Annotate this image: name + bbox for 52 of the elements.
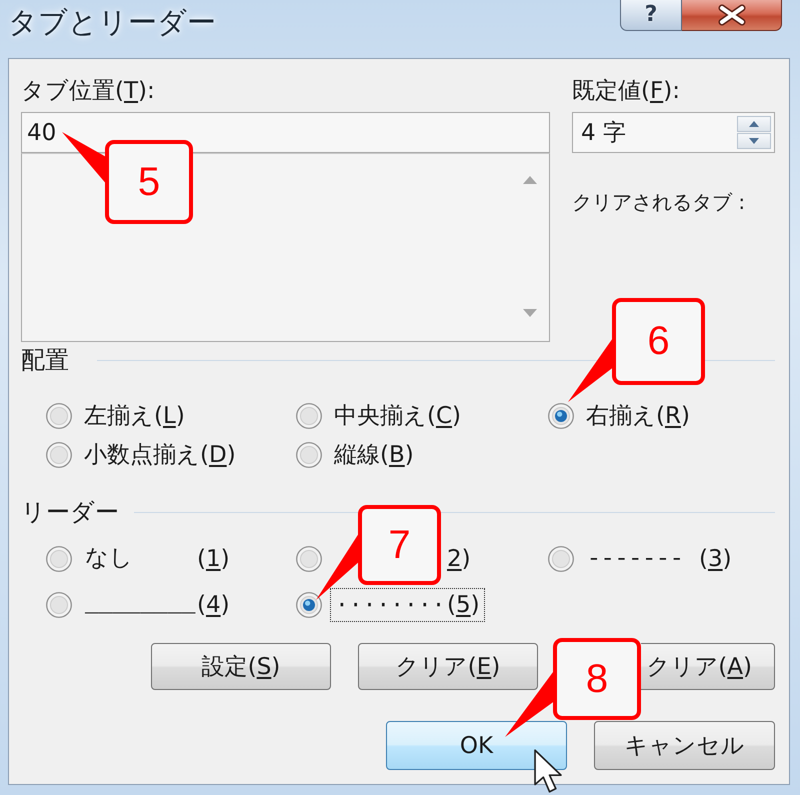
radio-button[interactable] [296, 402, 322, 428]
section-label: 配置 [21, 345, 69, 375]
leader-sample: なし [85, 546, 133, 572]
tab-stop-list[interactable] [21, 153, 550, 342]
window-title: タブとリーダー [8, 4, 216, 41]
radio-label[interactable]: 2) [447, 546, 471, 572]
help-button[interactable]: ? [620, 0, 682, 31]
step-callout: 8 [553, 638, 641, 720]
spin-up-button[interactable] [737, 116, 771, 132]
radio-button[interactable] [296, 592, 322, 618]
radio-button[interactable] [296, 546, 322, 572]
radio-button[interactable] [46, 442, 72, 468]
scroll-down-icon[interactable] [523, 309, 537, 317]
dialog-button[interactable]: クリア(A) [641, 643, 775, 690]
field-label: クリアされるタブ : [572, 189, 746, 215]
dialog-button[interactable]: キャンセル [594, 721, 775, 770]
dialog-button[interactable]: クリア(E) [358, 643, 538, 690]
radio-button[interactable] [548, 546, 574, 572]
close-icon [718, 4, 746, 26]
section-label: リーダー [21, 497, 119, 527]
step-callout: 5 [105, 140, 193, 224]
scroll-up-icon[interactable] [523, 176, 537, 184]
radio-label[interactable]: (4) [197, 592, 230, 618]
caret-down-icon [749, 138, 759, 144]
radio-label[interactable]: 右揃え(R) [586, 402, 690, 428]
tab-position-field[interactable]: 40 [21, 112, 550, 153]
radio-button[interactable] [296, 442, 322, 468]
spin-down-button[interactable] [737, 133, 771, 149]
step-callout: 7 [358, 505, 441, 585]
radio-label[interactable]: (3) [699, 546, 732, 572]
radio-button[interactable] [46, 592, 72, 618]
close-button[interactable] [682, 0, 782, 31]
dialog-button[interactable]: 設定(S) [151, 643, 331, 690]
default-stop-field[interactable]: 4 字 [572, 112, 775, 153]
radio-label[interactable]: 中央揃え(C) [334, 402, 462, 428]
radio-label[interactable]: 小数点揃え(D) [84, 442, 236, 468]
caret-up-icon [749, 121, 759, 127]
radio-label[interactable]: 縦線(B) [334, 442, 414, 468]
dialog-button[interactable]: OK [386, 721, 567, 770]
radio-button[interactable] [46, 546, 72, 572]
field-label: タブ位置(T): [21, 78, 155, 105]
step-callout: 6 [612, 298, 705, 385]
radio-button[interactable] [46, 402, 72, 428]
radio-label[interactable]: 左揃え(L) [84, 402, 185, 428]
radio-button[interactable] [548, 402, 574, 428]
radio-label[interactable]: (5) [447, 592, 480, 618]
leader-sample: ········ [335, 592, 446, 618]
leader-sample: ________ [85, 592, 196, 618]
mouse-pointer-icon [534, 749, 562, 793]
radio-label[interactable]: (1) [197, 546, 230, 572]
field-label: 既定値(F): [572, 78, 680, 105]
leader-sample: ------- [587, 546, 684, 572]
